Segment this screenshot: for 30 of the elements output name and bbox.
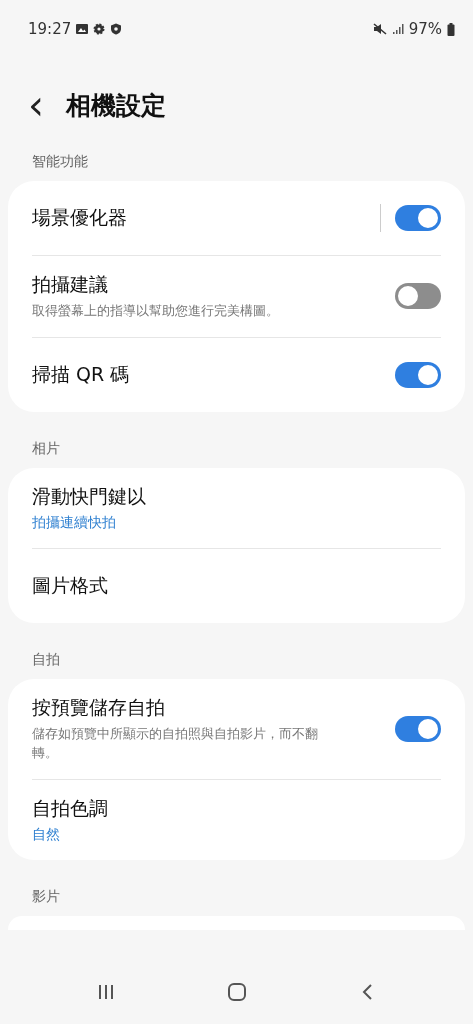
battery-icon [447, 22, 455, 36]
toggle-switch[interactable] [395, 715, 441, 742]
image-icon [76, 23, 89, 35]
section-label: 相片 [31, 438, 61, 458]
signal-icon [391, 23, 404, 35]
setting-title[interactable]: 自拍色調 [32, 795, 441, 822]
toggle-switch[interactable] [395, 283, 441, 310]
setting-description: 取得螢幕上的指導以幫助您進行完美構圖。 [32, 302, 280, 320]
mute-icon [372, 23, 387, 35]
setting-value: 自然 [32, 825, 61, 844]
setting-title[interactable]: 掃描 QR 碼 [32, 361, 381, 388]
section-label: 自拍 [31, 649, 61, 669]
status-time: 19:27 [28, 20, 72, 38]
page-title: 相機設定 [66, 89, 166, 122]
battery-percent: 97% [408, 20, 442, 38]
section-label: 影片 [31, 886, 61, 906]
setting-title[interactable]: 按預覽儲存自拍 [32, 694, 381, 721]
toggle-switch[interactable] [395, 205, 441, 231]
back-button[interactable]: ‹ [28, 85, 44, 125]
setting-title[interactable]: 場景優化器 [32, 205, 366, 231]
home-icon[interactable] [226, 982, 247, 1002]
setting-title[interactable]: 滑動快門鍵以 [32, 483, 441, 510]
setting-title[interactable]: 拍攝建議 [32, 272, 381, 298]
setting-value: 拍攝連續快拍 [32, 513, 117, 532]
setting-description: 儲存如預覽中所顯示的自拍照與自拍影片，而不翻轉。 [32, 724, 319, 762]
shield-icon [110, 23, 123, 35]
toggle-switch[interactable] [395, 361, 441, 388]
gear-icon [93, 23, 106, 35]
setting-title[interactable]: 圖片格式 [32, 572, 441, 599]
section-label: 智能功能 [31, 152, 89, 171]
